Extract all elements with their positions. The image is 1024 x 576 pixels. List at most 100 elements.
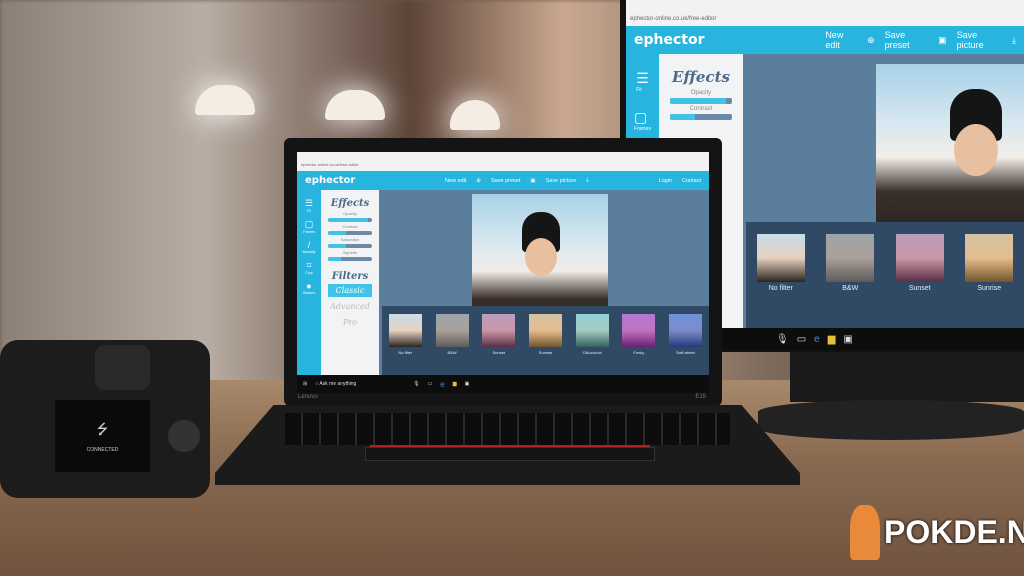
touchpad[interactable]: [365, 447, 655, 461]
brand-logo: ephector: [634, 32, 705, 48]
tool-beautify[interactable]: / Beautify: [303, 240, 316, 254]
filter-label: Sunset: [908, 285, 931, 292]
login-link[interactable]: Login: [659, 178, 672, 184]
fit-icon: ☰: [636, 70, 649, 86]
edge-icon[interactable]: e: [440, 380, 444, 389]
filter-tab-advanced[interactable]: Advanced: [328, 300, 372, 313]
filter-label: No filter: [768, 285, 793, 292]
app-header: ephector New edit ⊕ Save preset ▣ Save pic…: [626, 26, 1024, 54]
save-preset-button[interactable]: Save preset: [885, 30, 929, 50]
filter-preview: [895, 234, 944, 282]
filter-tab-classic[interactable]: Classic: [328, 284, 372, 297]
filter-thumb[interactable]: Sunrise: [528, 314, 562, 355]
filter-preview: [622, 314, 656, 347]
filter-label: B&W: [447, 350, 457, 355]
filter-thumb[interactable]: B&W: [826, 234, 875, 292]
slider-vignette[interactable]: [328, 257, 372, 261]
task-view-icon[interactable]: ▭: [797, 334, 806, 345]
slider-label: Saturation: [340, 237, 360, 242]
filter-thumb[interactable]: Sunset: [895, 234, 944, 292]
filter-preview: [826, 234, 875, 282]
app-header: ephector New edit ⊕ Save preset ▣ Save pic…: [297, 171, 709, 190]
tool-label: Stickers: [302, 291, 316, 295]
filter-tab-pro[interactable]: Pro: [328, 316, 372, 329]
url-text: ephector-online.co.uk/free-editor: [301, 162, 359, 167]
plus-circle-icon: ⊕: [476, 177, 482, 184]
filter-thumb[interactable]: No filter: [388, 314, 422, 355]
camera-dial[interactable]: [168, 420, 200, 452]
pokde-watermark: POKDE.NET: [850, 505, 1024, 560]
folder-icon[interactable]: ▆: [828, 334, 836, 345]
folder-icon[interactable]: ▆: [453, 381, 457, 387]
contact-link[interactable]: Contact: [682, 178, 701, 184]
watermark-text: POKDE.NET: [884, 514, 1024, 550]
filter-preview: [669, 314, 703, 347]
filter-thumb[interactable]: Funky: [622, 314, 656, 355]
edge-icon[interactable]: e: [814, 334, 820, 345]
filter-label: Sunrise: [538, 350, 553, 355]
mic-icon[interactable]: 🎙: [413, 381, 419, 387]
save-picture-button[interactable]: Save picture: [957, 30, 1002, 50]
browser-tabs: [626, 0, 1024, 12]
camera-screen: ⭍ CONNECTED: [55, 400, 150, 472]
mascot-logo: [850, 505, 880, 560]
download-icon: ⤓: [586, 177, 589, 183]
taskbar: ⊞ ○ Ask me anything 🎙 ▭ e ▆ ▣: [297, 375, 709, 393]
search-box[interactable]: ○ Ask me anything: [315, 381, 405, 387]
model-label: E15: [695, 394, 706, 400]
filter-preview: [965, 234, 1014, 282]
slider-label: Opacity: [343, 211, 357, 216]
trackpoint-buttons[interactable]: [370, 445, 650, 447]
new-edit-button[interactable]: New edit: [445, 178, 466, 184]
tool-fit[interactable]: ☰ Fit: [305, 198, 313, 213]
filter-label: Sunset: [492, 350, 505, 355]
address-bar[interactable]: ephector-online.co.uk/free-editor: [626, 12, 1024, 26]
filters-title: Filters: [331, 271, 369, 282]
filter-label: Funky: [633, 350, 645, 355]
start-icon[interactable]: ⊞: [303, 381, 307, 387]
save-picture-button[interactable]: Save picture: [546, 178, 577, 184]
mic-icon[interactable]: 🎙: [776, 334, 789, 345]
save-preset-button[interactable]: Save preset: [491, 178, 520, 184]
save-icon: ▣: [938, 34, 947, 45]
tool-frames[interactable]: ▢ Frames: [634, 109, 651, 132]
slider-contrast[interactable]: [328, 231, 372, 235]
filter-label: B&W: [842, 285, 859, 292]
filter-thumb[interactable]: Sunset: [482, 314, 516, 355]
slider-label: Vignette: [342, 250, 358, 255]
laptop-screen: ephector-online.co.uk/free-editor ephect…: [297, 152, 709, 393]
filter-label: Sunrise: [977, 285, 1002, 292]
editor-canvas: ☰ Fit ▢ Frames / Beautify ⌗ Crop ● Stickers Effec…: [297, 190, 709, 375]
lenovo-logo: Lenovo: [298, 394, 318, 400]
filter-preview: [388, 314, 422, 347]
tool-stickers[interactable]: ● Stickers: [303, 281, 315, 295]
store-icon[interactable]: ▣: [843, 334, 852, 345]
filter-preview: [482, 314, 516, 347]
filter-thumb[interactable]: B&W: [435, 314, 469, 355]
effects-title: Effects: [672, 68, 730, 86]
slider-saturation[interactable]: [328, 244, 372, 248]
filter-thumb[interactable]: No filter: [756, 234, 805, 292]
slider-opacity[interactable]: [670, 98, 732, 104]
slider-label: Contrast: [689, 106, 713, 112]
tool-fit[interactable]: ☰ Fit: [636, 70, 649, 93]
slider-opacity[interactable]: [328, 218, 372, 222]
slider-contrast[interactable]: [670, 114, 732, 120]
filter-preview: [435, 314, 469, 347]
task-view-icon[interactable]: ▭: [428, 381, 433, 387]
filter-thumb[interactable]: Old-school: [575, 314, 609, 355]
crop-icon: ⌗: [306, 260, 312, 270]
usb-icon: ⭍: [96, 421, 109, 437]
filter-thumb[interactable]: Sunrise: [965, 234, 1014, 292]
store-icon[interactable]: ▣: [465, 381, 470, 387]
filter-preview: [756, 234, 805, 282]
slider-label: Opacity: [690, 90, 712, 96]
camera: ⭍ CONNECTED: [0, 340, 210, 498]
filter-preview: [575, 314, 609, 347]
new-edit-button[interactable]: New edit: [825, 30, 857, 50]
address-bar[interactable]: ephector-online.co.uk/free-editor: [297, 158, 709, 171]
tool-crop[interactable]: ⌗ Crop: [305, 260, 313, 275]
filter-thumb[interactable]: Soft winter: [669, 314, 703, 355]
tool-frames[interactable]: ▢ Frames: [303, 219, 315, 234]
tool-label: Frames: [303, 230, 315, 234]
